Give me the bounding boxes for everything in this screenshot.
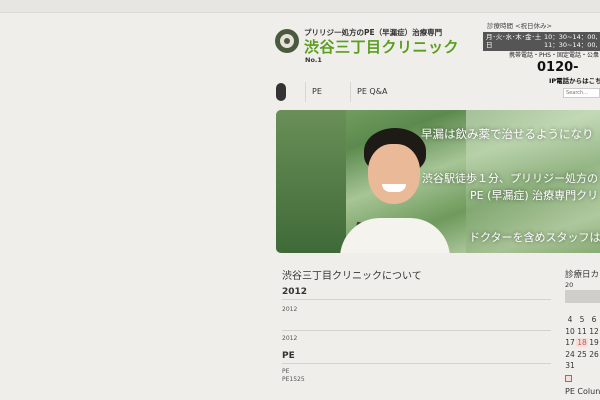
hero-headline: 早漏は飲み薬で治せるようになり — [421, 127, 594, 141]
section-item[interactable]: 2012 — [282, 306, 551, 313]
calendar-day: 10 — [565, 326, 575, 336]
nav-home-button[interactable] — [276, 83, 286, 101]
hours-title: 診療時間 <祝日休み> — [487, 22, 552, 30]
clinic-hours: 診療時間 <祝日休み> 月･火･水･木･金･土 10：30~14：00, 日 11：… — [483, 20, 600, 51]
hours-table: 月･火･水･木･金･土 10：30~14：00, 日 11：30~14：00, — [483, 32, 600, 51]
section-item[interactable]: 2012 — [282, 330, 551, 342]
ip-phone-note: IP電話からはこち — [549, 77, 600, 85]
calendar-day: 5 — [579, 315, 585, 324]
hours-time: 10：30~14：00, — [544, 33, 598, 41]
clinic-logo[interactable]: プリリジー処方のPE（早漏症）治療専門 渋谷三丁目クリニック No.1 — [275, 27, 475, 67]
calendar-day-holiday: 18 — [576, 338, 588, 347]
calendar-grid: 456 10 11 12 17 18 19 24 25 26 31 — [564, 315, 600, 373]
calendar-row: 31 — [564, 361, 600, 373]
hours-row: 日 11：30~14：00, — [486, 41, 598, 49]
calendar-month-header: 20 — [565, 281, 574, 289]
phone-number[interactable]: 0120- — [537, 60, 600, 75]
nav-item-pe[interactable]: PE — [305, 82, 345, 102]
calendar-day: 12 — [589, 326, 599, 336]
calendar-day: 6 — [591, 315, 597, 324]
calendar-day: 24 — [565, 349, 575, 359]
nav-item-pe-qa[interactable]: PE Q&A — [350, 82, 390, 102]
calendar-row: 456 — [564, 315, 600, 327]
hours-days: 日 — [486, 41, 493, 49]
calendar-day: 17 — [565, 338, 575, 347]
logo-mark-icon — [275, 29, 299, 53]
pe-link[interactable]: PE1525 — [282, 376, 551, 384]
calendar-day: 11 — [577, 326, 587, 336]
calendar-day: 31 — [565, 361, 575, 370]
hero-subline-2: PE (早漏症) 治療専門クリ — [470, 189, 599, 202]
contact-info: 携帯電話・PHS・固定電話・公衆 0120- IP電話からはこち — [509, 50, 600, 85]
calendar-row: 17 18 19 — [564, 338, 600, 350]
hours-days: 月･火･水･木･金･土 — [486, 33, 542, 41]
news-section-2012: 2012 2012 — [282, 287, 551, 313]
section-title: 2012 — [282, 287, 551, 300]
calendar-weekday-bar — [565, 290, 600, 303]
browser-top-bar — [0, 0, 600, 13]
logo-badge: No.1 — [305, 56, 322, 64]
hours-time: 11：30~14：00, — [544, 41, 598, 49]
about-title[interactable]: 渋谷三丁目クリニックについて — [282, 267, 422, 282]
pe-column-title[interactable]: PE Colun — [565, 387, 600, 396]
hero-banner[interactable]: 早漏は飲み薬で治せるようになり 渋谷駅徒歩１分、プリリジー処方の PE (早漏症… — [276, 110, 600, 253]
logo-name: 渋谷三丁目クリニック — [304, 38, 460, 56]
calendar-day: 4 — [567, 315, 573, 324]
hours-row: 月･火･水･木･金･土 10：30~14：00, — [486, 33, 598, 41]
section-title: PE — [282, 351, 551, 364]
section-item: PE PE1525 — [282, 368, 551, 384]
calendar-day: 25 — [577, 349, 587, 359]
calendar-day: 26 — [589, 349, 599, 359]
calendar-row: 10 11 12 — [564, 327, 600, 339]
hero-staff-note: ドクターを含めスタッフは全 — [469, 231, 600, 244]
calendar-day: 19 — [589, 338, 599, 347]
holiday-legend-swatch — [565, 375, 572, 382]
calendar-title: 診療日カ — [565, 270, 600, 280]
contact-note: 携帯電話・PHS・固定電話・公衆 — [509, 52, 599, 59]
calendar-row: 24 25 26 — [564, 350, 600, 362]
pe-link[interactable]: PE — [282, 368, 551, 376]
search-input[interactable] — [563, 88, 600, 98]
pe-section: PE PE PE1525 — [282, 351, 551, 384]
hero-subline: 渋谷駅徒歩１分、プリリジー処方の — [422, 172, 598, 185]
